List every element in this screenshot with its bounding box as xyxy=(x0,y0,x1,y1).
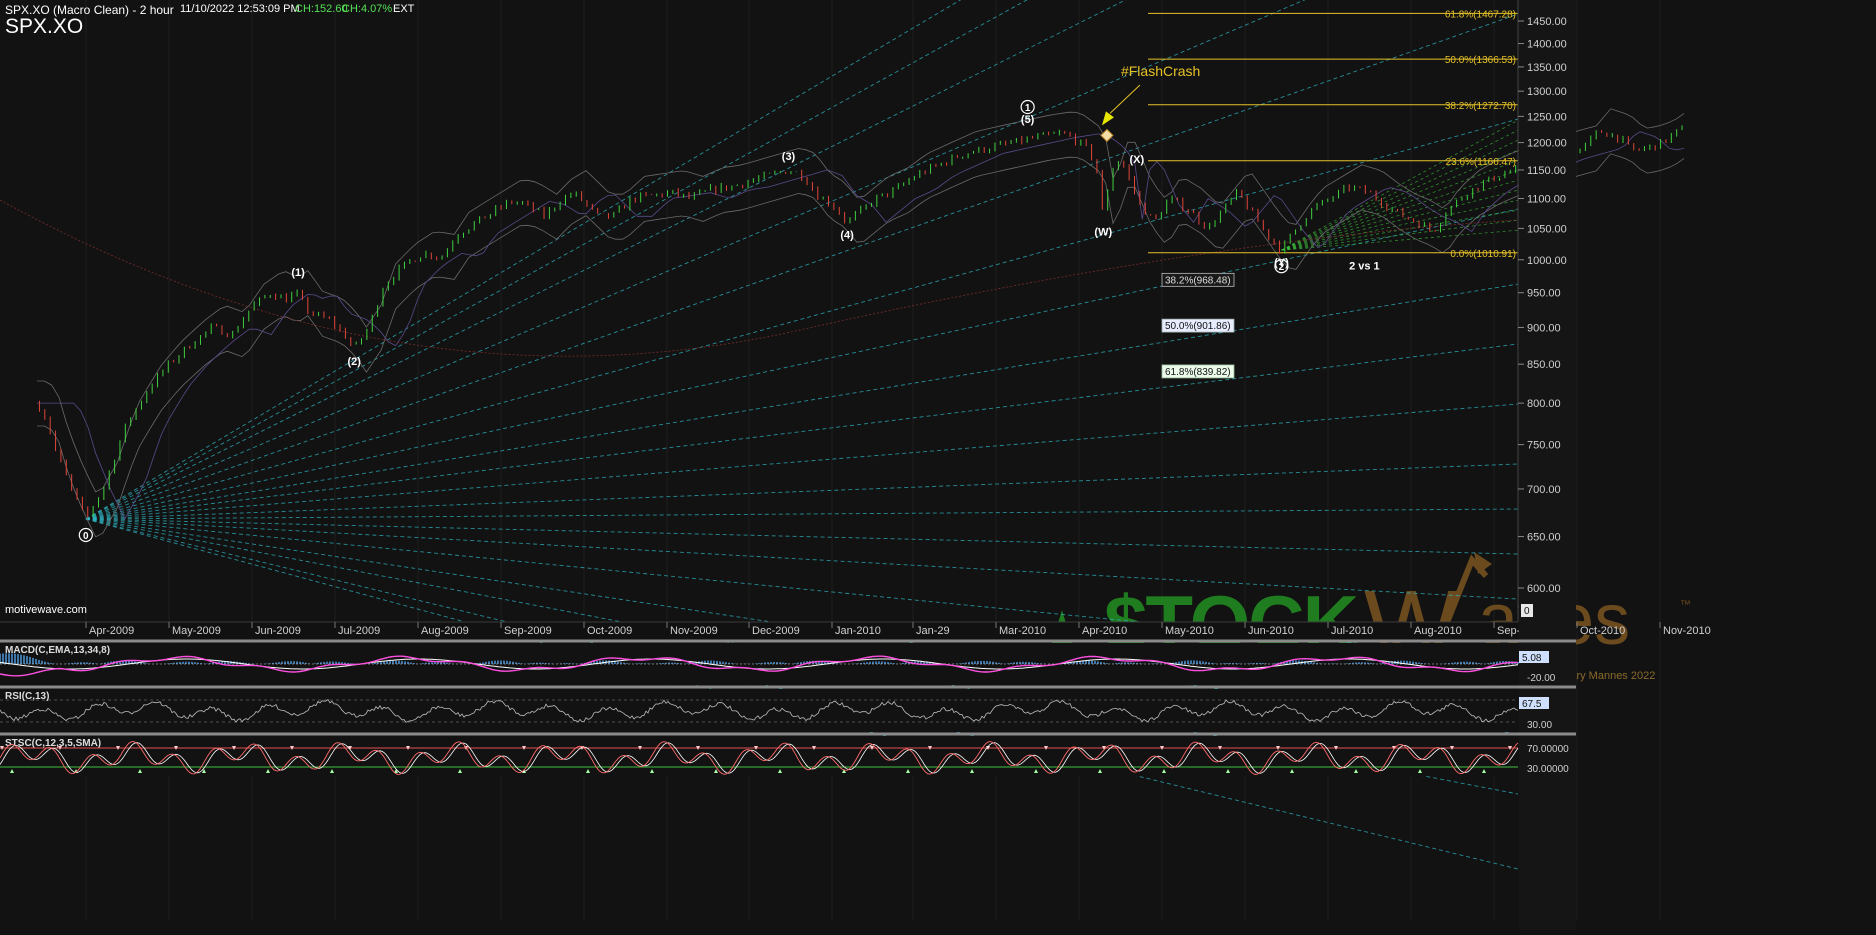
change-pct-label: CH:4.07% xyxy=(342,3,393,15)
x-tick-label: Apr-2010 xyxy=(1082,625,1127,637)
wave-label: (5) xyxy=(1021,114,1035,126)
y-tick-label: 1000.00 xyxy=(1527,255,1567,267)
y-tick-label: 1450.00 xyxy=(1527,16,1567,28)
flashcrash-label: #FlashCrash xyxy=(1121,63,1200,79)
fib-level-label: 23.6%(1166.47) xyxy=(1446,157,1516,168)
x-tick-label: Sep-2009 xyxy=(504,625,552,637)
chart-stage: $TOCKWaves™(c) Zachary Mannes 2022 61.8%… xyxy=(0,0,1876,930)
y-tick-label: 900.00 xyxy=(1527,322,1561,334)
fib-level-label: 38.2%(1272.70) xyxy=(1445,101,1516,112)
rsi-value: 67.5 xyxy=(1522,699,1542,710)
pane-tick-label: -20.00 xyxy=(1527,673,1556,684)
y-tick-label: 950.00 xyxy=(1527,288,1561,300)
wave-label: (1) xyxy=(291,267,305,279)
x-tick-label: Dec-2009 xyxy=(752,625,800,637)
x-tick-label: Jan-29 xyxy=(916,625,950,637)
x-tick-label: Jul-2009 xyxy=(338,625,380,637)
y-tick-label: 1350.00 xyxy=(1527,62,1567,74)
y-tick-label: 850.00 xyxy=(1527,359,1561,371)
macd-value: 5.08 xyxy=(1522,653,1542,664)
chart-background xyxy=(0,0,1876,930)
change-label: CH:152.60 xyxy=(295,3,348,15)
x-tick-label: Jan-2010 xyxy=(835,625,881,637)
pane-tick-label: 30.00000 xyxy=(1527,764,1569,775)
motivewave-credit: motivewave.com xyxy=(5,604,87,616)
x-tick-label: May-2009 xyxy=(172,625,221,637)
last-value-label: 0 xyxy=(1524,606,1530,617)
wave-circle-label: 0 xyxy=(83,531,89,542)
wave-label: 2 vs 1 xyxy=(1349,260,1380,272)
fib-target-label: 50.0%(901.86) xyxy=(1165,321,1231,332)
fib-target-label: 61.8%(839.82) xyxy=(1165,367,1231,378)
y-tick-label: 1400.00 xyxy=(1527,39,1567,51)
x-tick-label: Oct-2009 xyxy=(587,625,632,637)
wave-circle-label: 1 xyxy=(1025,103,1031,114)
fib-level-label: 0.0%(1010.91) xyxy=(1450,249,1516,260)
x-tick-label: Nov-2009 xyxy=(670,625,718,637)
x-tick-label: May-2010 xyxy=(1165,625,1214,637)
y-tick-label: 800.00 xyxy=(1527,398,1561,410)
symbol-label: SPX.XO xyxy=(5,15,84,38)
y-tick-label: 1300.00 xyxy=(1527,86,1567,98)
y-tick-label: 700.00 xyxy=(1527,484,1561,496)
wave-label: (W) xyxy=(1094,226,1112,238)
y-tick-label: 1050.00 xyxy=(1527,223,1567,235)
price-chart[interactable]: $TOCKWaves™(c) Zachary Mannes 2022 61.8%… xyxy=(0,0,1876,930)
stochastic-pane: STSC(C,12,3,5,SMA) 70.00000 30.00000 xyxy=(0,732,1576,776)
x-tick-label: Mar-2010 xyxy=(999,625,1046,637)
session-label: EXT xyxy=(393,3,415,15)
x-tick-label: Jun-2010 xyxy=(1248,625,1294,637)
fib-level-label: 50.0%(1366.53) xyxy=(1445,55,1516,66)
x-tick-label: Oct-2010 xyxy=(1580,625,1625,637)
x-tick-label: Aug-2009 xyxy=(421,625,469,637)
y-tick-label: 1200.00 xyxy=(1527,138,1567,150)
y-tick-label: 1150.00 xyxy=(1527,165,1566,177)
fib-level-label: 61.8%(1467.28) xyxy=(1445,9,1516,20)
wave-label: (2) xyxy=(347,356,361,368)
y-tick-label: 650.00 xyxy=(1527,532,1561,544)
wave-label: (4) xyxy=(840,229,854,241)
y-tick-label: 1250.00 xyxy=(1527,111,1567,123)
y-tick-label: 1100.00 xyxy=(1527,194,1566,206)
wave-label: (X) xyxy=(1129,154,1144,166)
wave-label: (3) xyxy=(782,151,796,163)
rsi-pane-bg xyxy=(0,689,1518,732)
pane-tick-label: 30.00 xyxy=(1527,720,1552,731)
fib-target-label: 38.2%(968.48) xyxy=(1165,275,1231,286)
indicators-layer: MACD(C,EMA,13,34,8) 5.08 -20.00 RSI(C,13) 67… xyxy=(0,639,1576,776)
pane-title: MACD(C,EMA,13,34,8) xyxy=(5,645,110,656)
y-tick-label: 750.00 xyxy=(1527,440,1561,452)
pane-title: STSC(C,12,3,5,SMA) xyxy=(5,738,101,749)
x-tick-label: Jul-2010 xyxy=(1331,625,1373,637)
y-tick-label: 600.00 xyxy=(1527,583,1561,595)
logo-tm: ™ xyxy=(1680,599,1691,611)
wave-circle-label: 2 xyxy=(1279,262,1285,273)
x-tick-label: Aug-2010 xyxy=(1414,625,1462,637)
x-tick-label: Jun-2009 xyxy=(255,625,301,637)
datetime-label: 11/10/2022 12:53:09 PM xyxy=(180,3,300,15)
pane-tick-label: 70.00000 xyxy=(1527,744,1569,755)
x-tick-label: Apr-2009 xyxy=(89,625,134,637)
x-tick-label: Nov-2010 xyxy=(1663,625,1711,637)
pane-title: RSI(C,13) xyxy=(5,691,49,702)
